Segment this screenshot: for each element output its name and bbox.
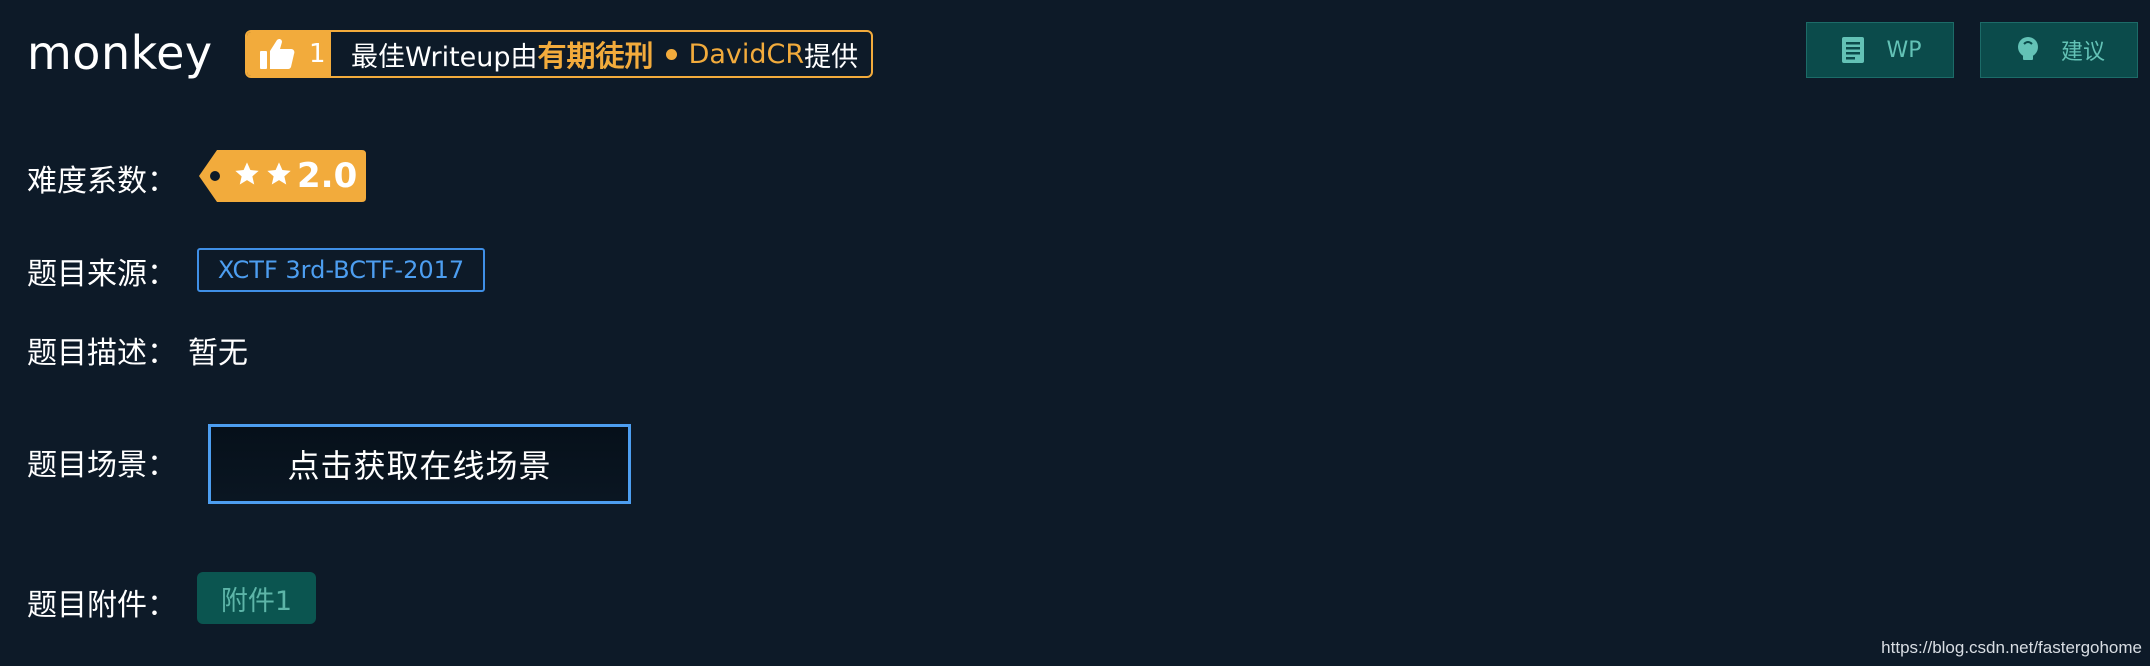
suggest-label: 建议 xyxy=(2060,40,2105,65)
source-label: 题目来源： xyxy=(27,257,177,292)
description-label: 题目描述： xyxy=(27,336,177,371)
writeup-suffix: 提供 xyxy=(804,41,859,73)
description-value: 暂无 xyxy=(188,336,248,371)
best-writeup-badge[interactable]: 1 最佳Writeup由 有期徒刑 DavidCR 提供 xyxy=(245,30,873,78)
document-icon xyxy=(1842,37,1865,63)
get-scene-button[interactable]: 点击获取在线场景 xyxy=(208,424,631,504)
difficulty-tag: 2.0 xyxy=(197,148,368,204)
attachment-button[interactable]: 附件1 xyxy=(197,572,316,624)
source-tag[interactable]: XCTF 3rd-BCTF-2017 xyxy=(197,248,485,292)
watermark: https://blog.csdn.net/fastergohome xyxy=(1881,638,2142,657)
writeup-team[interactable]: 有期徒刑 xyxy=(538,33,654,75)
star-icon xyxy=(235,162,259,185)
difficulty-value: 2.0 xyxy=(297,156,358,196)
difficulty-stars xyxy=(233,160,293,188)
like-count: 1 xyxy=(309,39,326,69)
difficulty-label: 难度系数： xyxy=(27,164,177,199)
thumbs-up-icon xyxy=(260,38,295,69)
like-counter[interactable]: 1 xyxy=(247,32,331,76)
separator-dot xyxy=(665,48,677,60)
attachment-label: 题目附件： xyxy=(27,588,177,623)
star-icon xyxy=(267,162,291,185)
wp-label: WP xyxy=(1886,37,1922,63)
writeup-credit: 最佳Writeup由 有期徒刑 DavidCR 提供 xyxy=(331,33,858,75)
challenge-detail-page: monkey 1 最佳Writeup由 有期徒刑 DavidCR 提供 WP 建… xyxy=(0,0,2150,666)
lightbulb-icon xyxy=(2017,37,2038,60)
wp-button[interactable]: WP xyxy=(1806,22,1954,78)
writeup-author[interactable]: DavidCR xyxy=(689,39,805,70)
writeup-prefix: 最佳Writeup由 xyxy=(351,41,538,73)
scene-label: 题目场景： xyxy=(27,448,177,483)
challenge-title: monkey xyxy=(27,26,213,80)
suggest-button[interactable]: 建议 xyxy=(1980,22,2138,78)
